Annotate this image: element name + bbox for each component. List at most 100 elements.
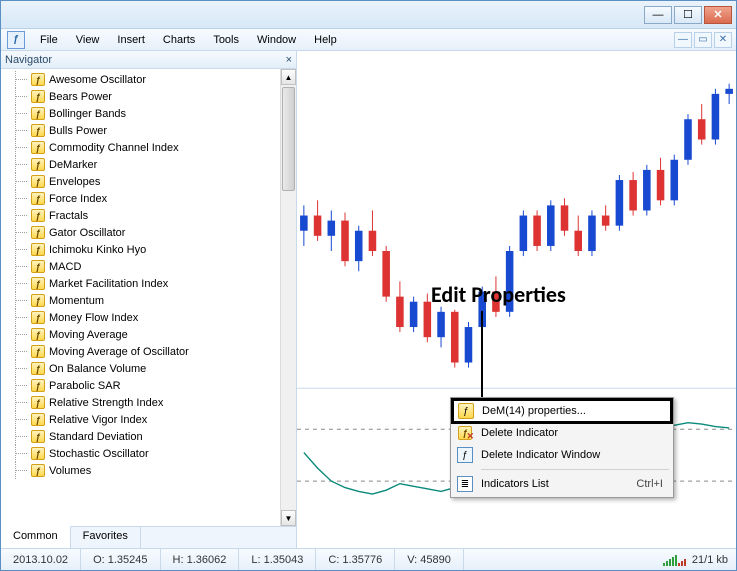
window-close-button[interactable]: ✕ bbox=[704, 6, 732, 24]
menu-tools[interactable]: Tools bbox=[204, 32, 248, 48]
navigator-close-button[interactable]: × bbox=[286, 54, 292, 66]
navigator-item-label: Gator Oscillator bbox=[49, 227, 125, 239]
navigator-item[interactable]: ƒIchimoku Kinko Hyo bbox=[9, 241, 280, 258]
navigator-item[interactable]: ƒStandard Deviation bbox=[9, 428, 280, 445]
navigator-item[interactable]: ƒCommodity Channel Index bbox=[9, 139, 280, 156]
navigator-tabs: Common Favorites bbox=[1, 526, 296, 548]
status-volume: V: 45890 bbox=[395, 549, 464, 570]
navigator-item[interactable]: ƒMoving Average bbox=[9, 326, 280, 343]
status-close: C: 1.35776 bbox=[316, 549, 395, 570]
tab-favorites[interactable]: Favorites bbox=[71, 527, 141, 548]
delete-indicator-icon bbox=[457, 425, 473, 441]
indicator-icon: ƒ bbox=[31, 464, 45, 477]
tab-common[interactable]: Common bbox=[1, 526, 71, 548]
navigator-scrollbar[interactable]: ▲ ▼ bbox=[280, 69, 296, 526]
ctx-ind-list-label: Indicators List bbox=[481, 478, 549, 490]
ctx-separator bbox=[481, 469, 669, 470]
ctx-indicators-list[interactable]: ≣ Indicators List Ctrl+I bbox=[453, 473, 671, 495]
indicator-icon: ƒ bbox=[31, 158, 45, 171]
navigator-item-label: Bulls Power bbox=[49, 125, 107, 137]
indicator-icon: ƒ bbox=[31, 209, 45, 222]
indicator-icon: ƒ bbox=[31, 260, 45, 273]
indicator-icon: ƒ bbox=[31, 294, 45, 307]
navigator-item[interactable]: ƒMarket Facilitation Index bbox=[9, 275, 280, 292]
indicator-icon: ƒ bbox=[31, 345, 45, 358]
navigator-item-label: Ichimoku Kinko Hyo bbox=[49, 244, 146, 256]
scroll-track[interactable] bbox=[281, 85, 296, 510]
navigator-item[interactable]: ƒ Volumes bbox=[9, 462, 280, 479]
mdi-minimize-button[interactable]: — bbox=[674, 32, 692, 48]
scroll-down-arrow-icon[interactable]: ▼ bbox=[281, 510, 296, 526]
menu-bar: ƒ File View Insert Charts Tools Window H… bbox=[1, 29, 736, 51]
navigator-item[interactable]: ƒRelative Strength Index bbox=[9, 394, 280, 411]
navigator-item[interactable]: ƒParabolic SAR bbox=[9, 377, 280, 394]
scroll-thumb[interactable] bbox=[282, 87, 295, 191]
menu-help[interactable]: Help bbox=[305, 32, 346, 48]
navigator-item-label: Force Index bbox=[49, 193, 107, 205]
connection-bars-icon bbox=[663, 554, 686, 566]
ctx-delete-win-label: Delete Indicator Window bbox=[481, 449, 600, 461]
menu-view[interactable]: View bbox=[67, 32, 109, 48]
menu-charts[interactable]: Charts bbox=[154, 32, 204, 48]
ctx-delete-ind-label: Delete Indicator bbox=[481, 427, 558, 439]
scroll-up-arrow-icon[interactable]: ▲ bbox=[281, 69, 296, 85]
navigator-title: Navigator bbox=[5, 54, 52, 66]
app-icon: ƒ bbox=[7, 31, 25, 49]
navigator-item-label: Fractals bbox=[49, 210, 88, 222]
navigator-item[interactable]: ƒDeMarker bbox=[9, 156, 280, 173]
navigator-item[interactable]: ƒBollinger Bands bbox=[9, 105, 280, 122]
window-minimize-button[interactable]: — bbox=[644, 6, 672, 24]
indicator-icon: ƒ bbox=[31, 73, 45, 86]
navigator-item-label: Bears Power bbox=[49, 91, 112, 103]
indicator-icon: ƒ bbox=[31, 362, 45, 375]
menu-file[interactable]: File bbox=[31, 32, 67, 48]
navigator-item[interactable]: ƒAwesome Oscillator bbox=[9, 71, 280, 88]
ctx-delete-window[interactable]: ƒ Delete Indicator Window bbox=[453, 444, 671, 466]
navigator-item-label: Stochastic Oscillator bbox=[49, 448, 149, 460]
ctx-delete-indicator[interactable]: Delete Indicator bbox=[453, 422, 671, 444]
navigator-item[interactable]: ƒBulls Power bbox=[9, 122, 280, 139]
indicator-icon: ƒ bbox=[31, 447, 45, 460]
navigator-item[interactable]: ƒ Stochastic Oscillator bbox=[9, 445, 280, 462]
navigator-item-label: Relative Strength Index bbox=[49, 397, 163, 409]
navigator-item[interactable]: ƒEnvelopes bbox=[9, 173, 280, 190]
navigator-item-label: Volumes bbox=[49, 465, 91, 477]
navigator-tree[interactable]: ƒAwesome OscillatorƒBears PowerƒBollinge… bbox=[1, 69, 280, 526]
navigator-item[interactable]: ƒRelative Vigor Index bbox=[9, 411, 280, 428]
menu-insert[interactable]: Insert bbox=[108, 32, 154, 48]
indicator-icon: ƒ bbox=[31, 277, 45, 290]
navigator-item-label: Money Flow Index bbox=[49, 312, 138, 324]
navigator-panel: Navigator × ƒAwesome OscillatorƒBears Po… bbox=[1, 51, 297, 548]
indicator-icon: ƒ bbox=[31, 90, 45, 103]
indicator-icon: ƒ bbox=[31, 192, 45, 205]
properties-icon: ƒ bbox=[458, 403, 474, 419]
navigator-item[interactable]: ƒ Fractals bbox=[9, 207, 280, 224]
menu-window[interactable]: Window bbox=[248, 32, 305, 48]
navigator-item[interactable]: ƒ Bears Power bbox=[9, 88, 280, 105]
status-open: O: 1.35245 bbox=[81, 549, 160, 570]
navigator-item[interactable]: ƒ Moving Average of Oscillator bbox=[9, 343, 280, 360]
indicator-icon: ƒ bbox=[31, 175, 45, 188]
status-connection: 21/1 kb bbox=[655, 554, 736, 566]
navigator-item-label: Standard Deviation bbox=[49, 431, 143, 443]
indicator-icon: ƒ bbox=[31, 141, 45, 154]
mdi-restore-button[interactable]: ▭ bbox=[694, 32, 712, 48]
navigator-item[interactable]: ƒ MACD bbox=[9, 258, 280, 275]
indicator-icon: ƒ bbox=[31, 311, 45, 324]
status-bar: 2013.10.02 O: 1.35245 H: 1.36062 L: 1.35… bbox=[1, 548, 736, 570]
ctx-properties[interactable]: ƒ DeM(14) properties... bbox=[451, 398, 673, 424]
navigator-tree-wrap: ƒAwesome OscillatorƒBears PowerƒBollinge… bbox=[1, 69, 296, 526]
indicator-icon: ƒ bbox=[31, 379, 45, 392]
navigator-item[interactable]: ƒOn Balance Volume bbox=[9, 360, 280, 377]
navigator-item-label: MACD bbox=[49, 261, 81, 273]
navigator-item[interactable]: ƒMomentum bbox=[9, 292, 280, 309]
mdi-close-button[interactable]: ✕ bbox=[714, 32, 732, 48]
navigator-item[interactable]: ƒ Money Flow Index bbox=[9, 309, 280, 326]
navigator-item[interactable]: ƒGator Oscillator bbox=[9, 224, 280, 241]
status-high: H: 1.36062 bbox=[161, 549, 240, 570]
navigator-item-label: Moving Average of Oscillator bbox=[49, 346, 189, 358]
navigator-item-label: Bollinger Bands bbox=[49, 108, 126, 120]
navigator-item[interactable]: ƒ Force Index bbox=[9, 190, 280, 207]
window-maximize-button[interactable]: ☐ bbox=[674, 6, 702, 24]
ctx-ind-list-shortcut: Ctrl+I bbox=[636, 478, 663, 490]
